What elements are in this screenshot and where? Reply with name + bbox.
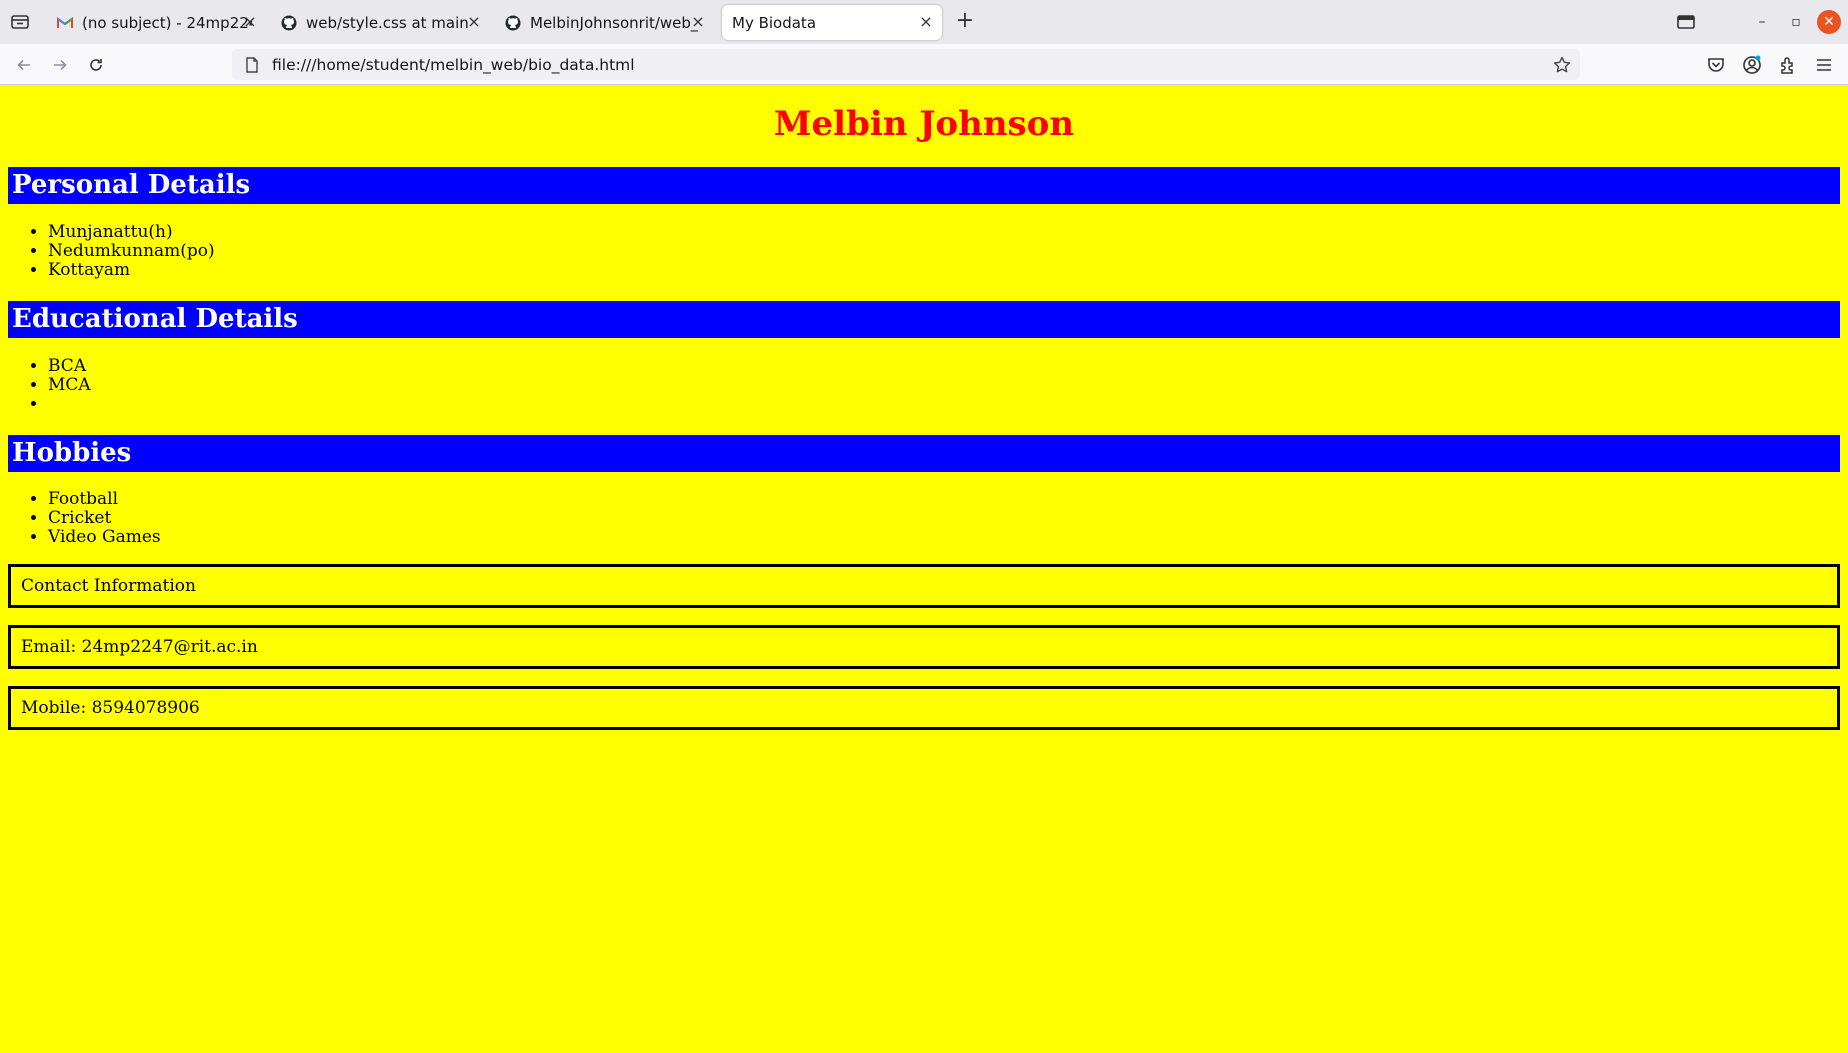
tab-overview-icon[interactable]: [1674, 10, 1698, 34]
bookmark-star-icon[interactable]: [1550, 53, 1574, 77]
list-item: Video Games: [48, 528, 161, 547]
forward-icon[interactable]: [46, 51, 74, 79]
tab-title: (no subject) - 24mp2247@: [82, 13, 252, 32]
tab-list-icon[interactable]: [6, 9, 34, 35]
tab-title: web/style.css at main · Gi: [306, 13, 474, 32]
close-tab-icon[interactable]: ×: [464, 12, 484, 32]
close-tab-icon[interactable]: ×: [916, 12, 936, 32]
tab-title: MelbinJohnsonrit/web_pr: [530, 13, 698, 32]
menu-icon[interactable]: [1810, 51, 1838, 79]
tab-github-repo[interactable]: MelbinJohnsonrit/web_pr ×: [494, 5, 714, 40]
tab-title: My Biodata: [732, 13, 817, 32]
email-box: Email: 24mp2247@rit.ac.in: [8, 625, 1840, 669]
extensions-icon[interactable]: [1774, 51, 1802, 79]
minimize-button[interactable]: –: [1750, 10, 1774, 34]
list-item: Munjanattu(h): [48, 223, 215, 242]
github-icon: [504, 14, 522, 32]
restore-button[interactable]: ▫: [1784, 10, 1808, 34]
page-icon: [242, 55, 262, 75]
url-text: file:///home/student/melbin_web/bio_data…: [272, 55, 635, 74]
list-item: [48, 395, 91, 414]
hobbies-list: Football Cricket Video Games: [48, 490, 161, 547]
tab-my-biodata[interactable]: My Biodata ×: [722, 5, 942, 40]
page-content: Melbin Johnson Personal Details Munjanat…: [0, 86, 1848, 1053]
window-close-button[interactable]: ✕: [1817, 10, 1841, 34]
personal-details-heading: Personal Details: [8, 167, 1840, 204]
close-tab-icon[interactable]: ×: [688, 12, 708, 32]
github-icon: [280, 14, 298, 32]
list-item: Kottayam: [48, 261, 215, 280]
page-title: Melbin Johnson: [773, 104, 1075, 144]
contact-information-box: Contact Information: [8, 564, 1840, 608]
list-item: Football: [48, 490, 161, 509]
back-icon[interactable]: [10, 51, 38, 79]
pocket-icon[interactable]: [1702, 51, 1730, 79]
tab-bar: (no subject) - 24mp2247@ × web/style.css…: [0, 0, 1848, 44]
educational-details-list: BCA MCA: [48, 357, 91, 414]
close-tab-icon[interactable]: ×: [240, 12, 260, 32]
new-tab-button[interactable]: +: [952, 9, 978, 35]
mobile-box: Mobile: 8594078906: [8, 686, 1840, 730]
list-item: Nedumkunnam(po): [48, 242, 215, 261]
tab-gmail[interactable]: (no subject) - 24mp2247@ ×: [46, 5, 266, 40]
tab-github-style[interactable]: web/style.css at main · Gi ×: [270, 5, 490, 40]
account-icon[interactable]: [1738, 51, 1766, 79]
list-item: Cricket: [48, 509, 161, 528]
hobbies-heading: Hobbies: [8, 435, 1840, 472]
list-item: MCA: [48, 376, 91, 395]
navigation-toolbar: file:///home/student/melbin_web/bio_data…: [0, 44, 1848, 85]
gmail-icon: [56, 14, 74, 32]
educational-details-heading: Educational Details: [8, 301, 1840, 338]
personal-details-list: Munjanattu(h) Nedumkunnam(po) Kottayam: [48, 223, 215, 280]
list-item: BCA: [48, 357, 91, 376]
reload-icon[interactable]: [82, 51, 110, 79]
url-bar[interactable]: file:///home/student/melbin_web/bio_data…: [232, 49, 1580, 80]
